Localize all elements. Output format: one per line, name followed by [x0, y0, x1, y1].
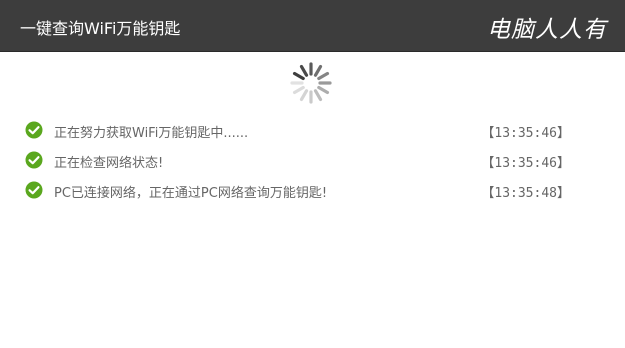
log-timestamp: 【13:35:46】 [481, 156, 570, 171]
check-circle-icon [25, 151, 43, 169]
spinner-icon [290, 62, 332, 104]
log-row: 正在检查网络状态! 【13:35:46】 [25, 150, 570, 176]
log-message: 正在努力获取WiFi万能钥匙中...... [54, 126, 249, 141]
window-title: 一键查询WiFi万能钥匙 [20, 19, 181, 38]
log-timestamp: 【13:35:46】 [481, 126, 570, 141]
log-row: 正在努力获取WiFi万能钥匙中...... 【13:35:46】 [25, 120, 570, 146]
status-log: 正在努力获取WiFi万能钥匙中...... 【13:35:46】 正在检查网络状… [25, 120, 570, 210]
brand-logo: 电脑人人有 [487, 17, 607, 43]
log-message: PC已连接网络，正在通过PC网络查询万能钥匙! [54, 186, 328, 201]
check-circle-icon [25, 181, 43, 199]
log-timestamp: 【13:35:48】 [481, 186, 570, 201]
check-circle-icon [25, 121, 43, 139]
log-row: PC已连接网络，正在通过PC网络查询万能钥匙! 【13:35:48】 [25, 180, 570, 206]
log-message: 正在检查网络状态! [54, 156, 164, 171]
title-bar: 一键查询WiFi万能钥匙 电脑人人有 [0, 0, 625, 52]
